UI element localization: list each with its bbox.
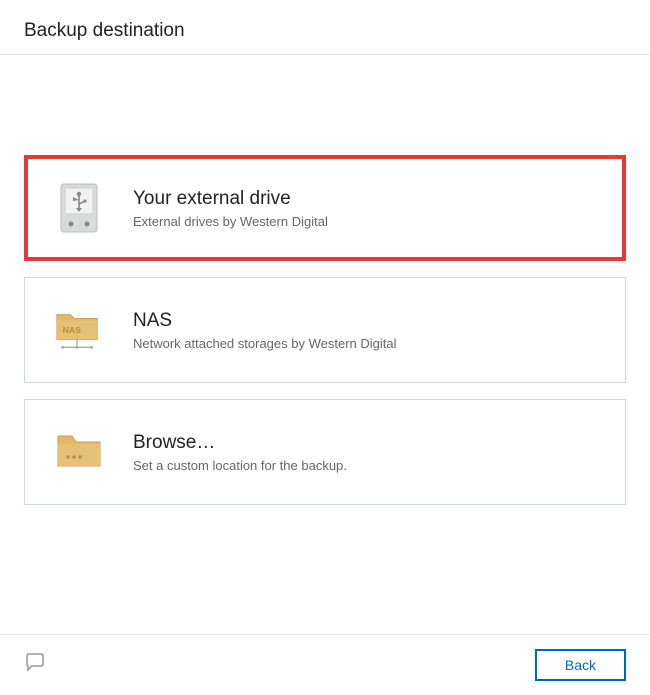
page-title: Backup destination bbox=[24, 20, 626, 42]
option-text: Your external drive External drives by W… bbox=[133, 188, 597, 229]
option-external-drive[interactable]: Your external drive External drives by W… bbox=[24, 155, 626, 261]
chat-icon[interactable] bbox=[24, 653, 46, 678]
option-title: Your external drive bbox=[133, 188, 597, 210]
option-title: NAS bbox=[133, 310, 597, 332]
options-list: Your external drive External drives by W… bbox=[0, 55, 650, 634]
svg-text:NAS: NAS bbox=[63, 325, 82, 335]
back-button[interactable]: Back bbox=[535, 649, 626, 681]
usb-drive-icon bbox=[53, 182, 105, 234]
option-browse[interactable]: Browse… Set a custom location for the ba… bbox=[24, 399, 626, 505]
footer-bar: Back bbox=[0, 634, 650, 695]
browse-folder-icon bbox=[53, 426, 105, 478]
page-header: Backup destination bbox=[0, 0, 650, 55]
option-title: Browse… bbox=[133, 432, 597, 454]
option-subtitle: External drives by Western Digital bbox=[133, 214, 597, 229]
option-subtitle: Network attached storages by Western Dig… bbox=[133, 336, 597, 351]
option-text: Browse… Set a custom location for the ba… bbox=[133, 432, 597, 473]
nas-folder-icon: NAS bbox=[53, 304, 105, 356]
option-subtitle: Set a custom location for the backup. bbox=[133, 458, 597, 473]
option-text: NAS Network attached storages by Western… bbox=[133, 310, 597, 351]
option-nas[interactable]: NAS NAS Network attached storages by Wes… bbox=[24, 277, 626, 383]
